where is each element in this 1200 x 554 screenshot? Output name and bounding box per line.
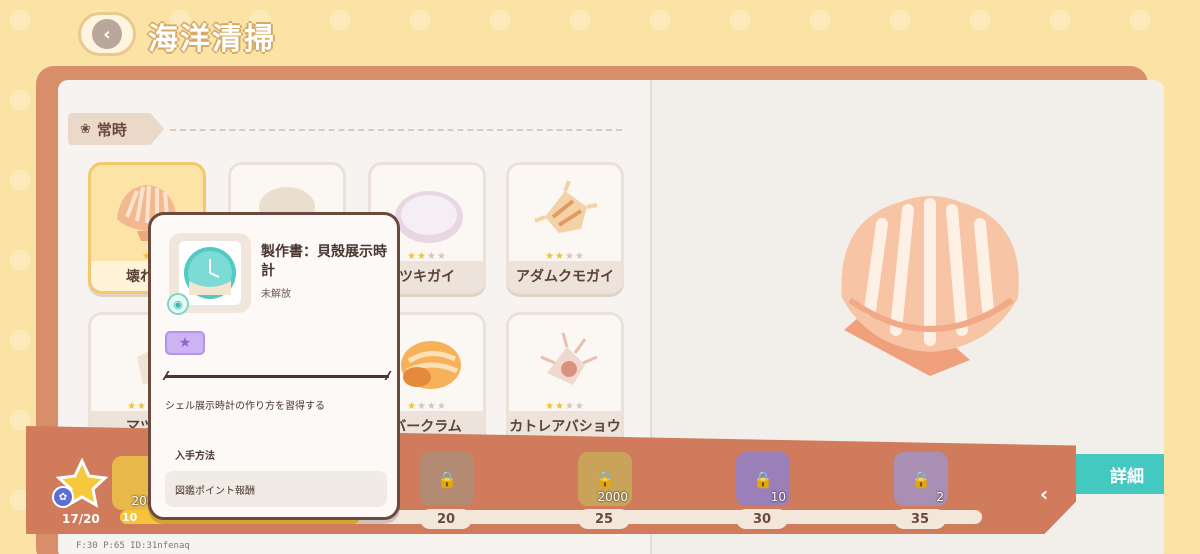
lock-icon: 🔒 — [437, 469, 457, 489]
milestone-label: 20 — [420, 509, 472, 529]
scallop-shell-preview — [830, 180, 1030, 384]
details-button[interactable]: 詳細 — [1064, 454, 1164, 494]
category-tag: ❀ 常時 — [68, 113, 164, 145]
conch-shell-icon — [509, 171, 621, 253]
details-label: 詳細 — [1110, 466, 1144, 487]
milestone-qty: 10 — [770, 490, 786, 504]
eye-icon[interactable]: ◉ — [167, 293, 189, 315]
tooltip-divider — [165, 375, 389, 379]
card-name: アダムクモガイ — [509, 261, 621, 291]
collection-count: 17/20 — [62, 512, 100, 526]
tooltip-description: シェル展示時計の作り方を習得する — [165, 401, 325, 412]
milestone-qty: 2000 — [597, 490, 628, 504]
progress-value: 10 — [122, 511, 138, 524]
milestone-reward[interactable]: 🔒 10 — [736, 452, 790, 506]
tooltip-title: 製作書：貝殻展示時計 — [261, 244, 387, 279]
reward-label: 図鑑ポイント報酬 — [175, 485, 255, 497]
milestone-qty: 2 — [936, 490, 944, 504]
chevron-left-icon[interactable]: ‹ — [1040, 482, 1048, 506]
debug-info: F:30 P:65 ID:31nfenaq — [76, 541, 190, 551]
category-divider — [170, 129, 622, 131]
lock-icon: 🔒 — [595, 469, 615, 489]
collection-badge-icon: ✿ — [52, 486, 74, 508]
reward-row[interactable]: 図鑑ポイント報酬 — [165, 471, 387, 507]
murex-shell-icon — [509, 321, 621, 403]
category-label: 常時 — [96, 120, 127, 139]
category-icon: ❀ — [80, 121, 91, 137]
milestone-label: 25 — [578, 509, 630, 529]
lock-icon: 🔒 — [911, 469, 931, 489]
card-item[interactable]: ★★★★ アダムクモガイ — [506, 162, 624, 294]
milestone-reward[interactable]: 🔒 2 — [894, 452, 948, 506]
page-title: 海洋清掃 — [148, 22, 276, 57]
item-tooltip: ◉ 製作書：貝殻展示時計 未解放 ★ シェル展示時計の作り方を習得する 入手方法… — [148, 212, 400, 520]
milestone-label: 30 — [736, 509, 788, 529]
milestone-label: 35 — [894, 509, 946, 529]
tooltip-status: 未解放 — [261, 289, 291, 300]
chevron-left-icon: ‹ — [92, 19, 122, 49]
back-button[interactable]: ‹ — [78, 12, 136, 56]
star-rank-icon: ★ — [165, 331, 205, 355]
obtain-method-label: 入手方法 — [175, 451, 215, 462]
milestone-reward[interactable]: 🔒 — [420, 452, 474, 506]
milestone-reward[interactable]: 🔒 2000 — [578, 452, 632, 506]
lock-icon: 🔒 — [753, 469, 773, 489]
card-item[interactable]: ★★★★ カトレアバショウ — [506, 312, 624, 444]
